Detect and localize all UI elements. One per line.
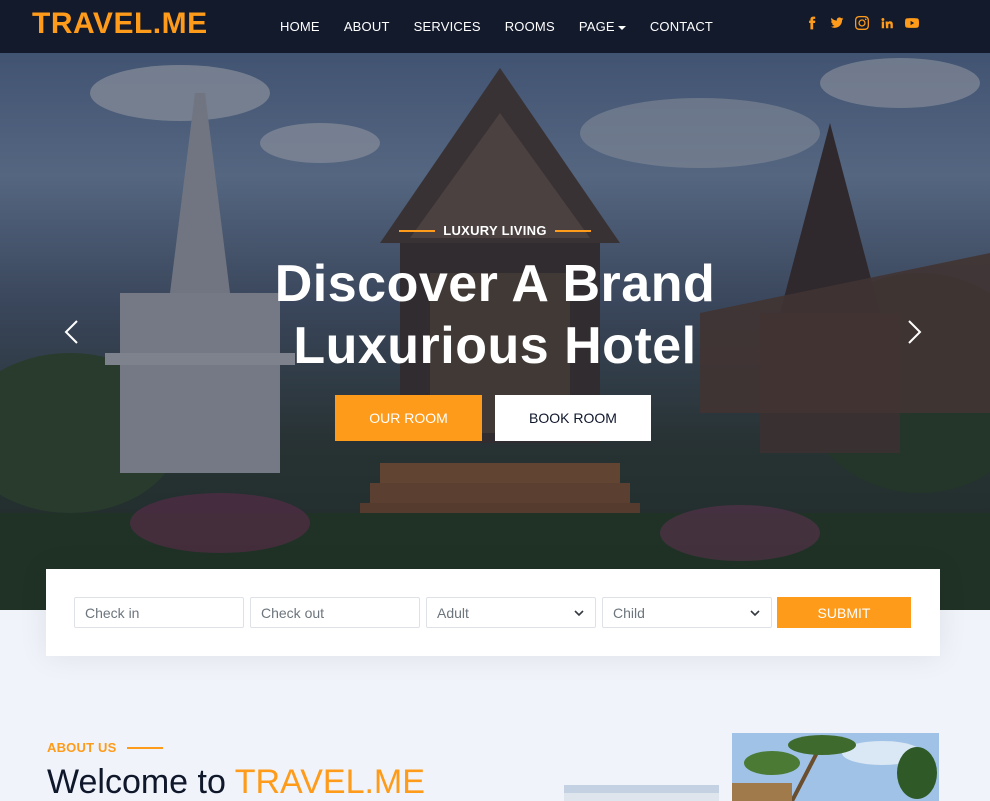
chevron-down-icon [574,610,584,617]
nav-rooms[interactable]: ROOMS [505,19,555,34]
hero-subtitle: LUXURY LIVING [0,223,990,238]
hero-subtitle-text: LUXURY LIVING [443,223,547,238]
hero-carousel: LUXURY LIVING Discover A Brand Luxurious… [0,53,990,610]
book-room-button[interactable]: BOOK ROOM [495,395,651,441]
nav-about[interactable]: ABOUT [344,19,390,34]
top-navbar: TRAVEL.ME HOME ABOUT SERVICES ROOMS PAGE… [0,0,990,53]
nav-page-dropdown[interactable]: PAGE [579,19,626,34]
hero-title-line-2: Luxurious Hotel [293,317,697,375]
linkedin-icon[interactable] [879,15,895,31]
instagram-icon[interactable] [854,15,870,31]
subtitle-line-left [399,229,436,232]
brand-logo[interactable]: TRAVEL.ME [32,7,208,41]
checkin-input[interactable]: Check in [74,597,244,628]
child-select-value: Child [613,604,645,621]
our-room-button[interactable]: OUR ROOM [335,395,482,441]
nav-page-label: PAGE [578,19,615,34]
booking-form: Check in Check out Adult Child SUBMIT [46,569,940,656]
main-nav: HOME ABOUT SERVICES ROOMS PAGE CONTACT [280,0,737,53]
subtitle-line-right [554,229,591,232]
chevron-down-icon [750,610,760,617]
carousel-prev-arrow-icon[interactable] [60,317,84,347]
nav-home[interactable]: HOME [280,19,320,34]
child-select[interactable]: Child [602,597,772,628]
about-title: Welcome to TRAVEL.ME [47,762,425,801]
about-image-2 [732,733,939,801]
checkout-input[interactable]: Check out [250,597,420,628]
about-subtitle-text: ABOUT US [47,740,117,755]
social-links [804,15,920,31]
adult-select[interactable]: Adult [426,597,596,628]
hero-title: Discover A Brand Luxurious Hotel [0,253,990,377]
submit-button[interactable]: SUBMIT [777,597,911,628]
about-subtitle: ABOUT US [47,740,163,755]
facebook-icon[interactable] [804,15,820,31]
about-image-1 [564,785,719,801]
twitter-icon[interactable] [829,15,845,31]
about-title-highlight: TRAVEL.ME [234,763,425,801]
carousel-next-arrow-icon[interactable] [902,317,926,347]
adult-select-value: Adult [437,604,469,621]
caret-down-icon [617,25,626,30]
nav-contact[interactable]: CONTACT [650,19,713,34]
nav-services[interactable]: SERVICES [414,19,481,34]
youtube-icon[interactable] [904,15,920,31]
about-subtitle-line [126,746,163,749]
about-title-prefix: Welcome to [47,763,226,801]
hero-title-line-1: Discover A Brand [274,255,716,313]
